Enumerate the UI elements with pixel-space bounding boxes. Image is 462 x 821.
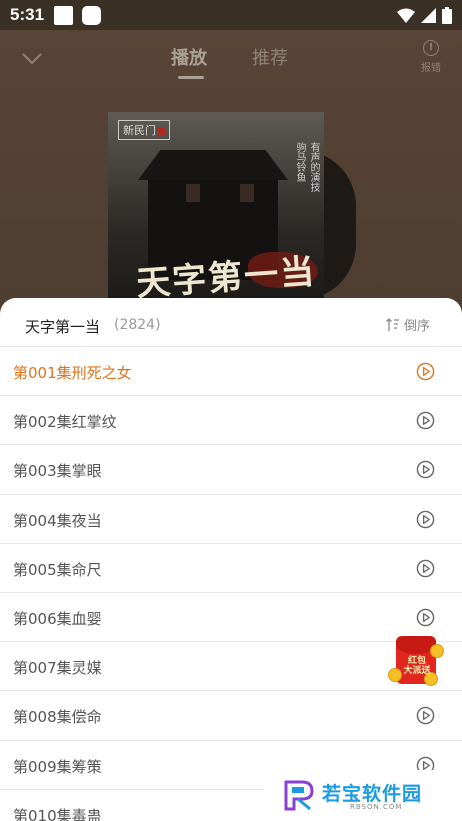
play-icon[interactable]: [416, 706, 435, 725]
playlist-title: 天字第一当: [25, 318, 101, 336]
signal-icon: [421, 7, 436, 23]
play-icon[interactable]: [416, 559, 435, 578]
report-label: 报错: [421, 63, 441, 74]
episode-count: (2824): [114, 317, 161, 333]
red-envelope-promo[interactable]: 红包 大派送: [388, 634, 446, 690]
episode-row[interactable]: 第008集偿命: [0, 691, 462, 741]
play-icon[interactable]: [416, 362, 435, 381]
tab-recommend[interactable]: 推荐: [252, 44, 288, 70]
promo-label: 大派送: [403, 666, 431, 676]
sort-label: 倒序: [404, 319, 431, 334]
episode-title: 第002集红掌纹: [13, 413, 117, 432]
episode-row[interactable]: 第002集红掌纹: [0, 396, 462, 446]
play-icon[interactable]: [416, 608, 435, 627]
episode-title: 第008集偿命: [13, 708, 102, 727]
episode-row[interactable]: 第003集掌眼: [0, 445, 462, 495]
report-error-button[interactable]: ! 报错: [418, 40, 444, 74]
alert-icon: !: [423, 40, 439, 56]
notification-icon: [54, 5, 74, 25]
episode-title: 第005集命尺: [13, 560, 102, 579]
episode-list: 第001集刑死之女 第002集红掌纹 第003集掌眼 第004集夜当 第005集…: [0, 347, 462, 821]
watermark: 若宝软件园 RBSON.COM: [264, 770, 462, 821]
episode-title: 第001集刑死之女: [13, 364, 132, 382]
cover-brand: 新民门: [118, 120, 170, 140]
watermark-logo-icon: [284, 780, 314, 811]
top-navigation: 播放 推荐 ! 报错: [0, 38, 462, 88]
playlist-header: 天字第一当 (2824) 倒序: [0, 298, 462, 347]
play-icon[interactable]: [416, 510, 435, 529]
battery-icon: [442, 6, 452, 24]
episode-title: 第009集筹策: [13, 757, 102, 776]
cover-side-text: 驹马铃鱼: [294, 142, 305, 182]
episode-row[interactable]: 第004集夜当: [0, 495, 462, 544]
album-cover: 新民门 有声的演技 驹马铃鱼 天字第一当: [108, 112, 324, 312]
episode-title: 第010集毒蛊: [13, 806, 102, 821]
episode-row[interactable]: 第005集命尺: [0, 544, 462, 593]
chevron-down-icon[interactable]: [20, 48, 44, 68]
cover-side-text: 有声的演技: [308, 142, 319, 192]
episode-row[interactable]: 第001集刑死之女: [0, 347, 462, 397]
status-bar: 5:31: [0, 0, 462, 30]
episode-title: 第007集灵媒: [13, 659, 102, 678]
watermark-text: 若宝软件园: [322, 783, 423, 805]
promo-label: 红包: [407, 656, 426, 666]
episode-title: 第006集血婴: [13, 609, 102, 628]
watermark-subtext: RBSON.COM: [350, 803, 403, 811]
sort-button[interactable]: 倒序: [386, 315, 430, 334]
episode-title: 第003集掌眼: [13, 462, 102, 481]
play-icon[interactable]: [416, 411, 435, 430]
active-tab-indicator: [178, 76, 204, 79]
wifi-icon: [397, 8, 415, 23]
notification-icon: [82, 5, 102, 25]
status-time: 5:31: [10, 5, 45, 24]
play-icon[interactable]: [416, 460, 435, 479]
sort-icon: [386, 317, 399, 331]
tab-play[interactable]: 播放: [171, 44, 207, 70]
playlist-sheet: 天字第一当 (2824) 倒序 第001集刑死之女 第002集红掌纹 第003集…: [0, 298, 462, 821]
episode-title: 第004集夜当: [13, 511, 102, 530]
